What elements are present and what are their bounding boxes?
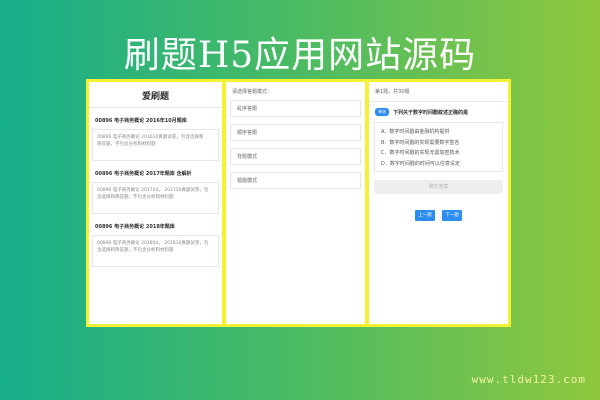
divider (89, 107, 222, 108)
mode-memorize-button[interactable]: 背题模式 (230, 148, 361, 165)
exam-card[interactable]: 00896 电子商务概论 2016年10月题库 00896 电子商务概论 201… (92, 114, 219, 161)
question-text: 下列关于数字时间戳叙述正确的是 (393, 109, 469, 116)
question-type-badge: 单选 (375, 108, 389, 116)
exam-description-line: 含选择和简答题，不包含分析和材料题 (97, 248, 174, 253)
question-row: 单选 下列关于数字时间戳叙述正确的是 (375, 108, 508, 116)
mode-sequential-button[interactable]: 顺序答题 (230, 124, 361, 141)
exam-description: 00896 电子商务概论 201610真题试卷，包含选择和 简答题，不包含分析和… (92, 129, 219, 161)
exam-description: 00896 电子商务概论 201704， 201710真题试卷，包 含选择和简答… (92, 182, 219, 214)
exam-title: 00896 电子商务概论 2016年10月题库 (95, 118, 187, 124)
exam-title: 00896 电子商务概论 2018年题库 (95, 224, 175, 230)
question-progress: 第1题，共30题 (375, 89, 410, 95)
exam-description-line: 简答题，不包含分析和材料题 (97, 142, 156, 147)
banner-title: 刷题H5应用网站源码 (123, 35, 477, 76)
exam-title: 00896 电子商务概论 2017年题库 含解析 (95, 171, 192, 177)
option-a[interactable]: A．数字时间戳由金融机构提供 (381, 127, 496, 138)
exam-description: 00896 电子商务概论 201804， 201810真题试卷，包 含选择和简答… (92, 235, 219, 267)
app-title: 爱刷题 (141, 92, 169, 102)
prev-question-button[interactable]: 上一题 (414, 210, 435, 221)
exam-description-line: 00896 电子商务概论 201804， 201810真题试卷，包 (97, 241, 209, 246)
exam-list-panel: 爱刷题 00896 电子商务概论 2016年10月题库 00896 电子商务概论… (89, 82, 222, 324)
confirm-answer-button[interactable]: 确定答案 (374, 180, 503, 194)
mode-random-button[interactable]: 乱序答题 (230, 100, 361, 117)
question-nav: 上一题 下一题 (369, 201, 508, 221)
question-panel: 第1题，共30题 单选 下列关于数字时间戳叙述正确的是 A．数字时间戳由金融机构… (369, 82, 508, 324)
divider (369, 101, 508, 102)
exam-card[interactable]: 00896 电子商务概论 2017年题库 含解析 00896 电子商务概论 20… (92, 167, 219, 214)
mode-select-panel: 请选择答题模式： 乱序答题 顺序答题 背题模式 错题模式 (226, 82, 365, 324)
exam-description-line: 00896 电子商务概论 201704， 201710真题试卷，包 (97, 188, 209, 193)
options-list: A．数字时间戳由金融机构提供 B．数字时间戳的实现需要数字签名 C．数字时间戳的… (374, 122, 503, 172)
option-b[interactable]: B．数字时间戳的实现需要数字签名 (381, 138, 496, 149)
option-d[interactable]: D．数字时间戳的时间可以任意设定 (381, 159, 496, 170)
mode-hint: 请选择答题模式： (232, 89, 273, 95)
next-question-button[interactable]: 下一题 (442, 210, 463, 221)
exam-description-line: 含选择和简答题，不包含分析和材料题 (97, 195, 174, 200)
exam-card[interactable]: 00896 电子商务概论 2018年题库 00896 电子商务概论 201804… (92, 220, 219, 267)
exam-description-line: 00896 电子商务概论 201610真题试卷，包含选择和 (97, 135, 204, 140)
option-c[interactable]: C．数字时间戳的实现无需加密技术 (381, 148, 496, 159)
mode-mistakes-button[interactable]: 错题模式 (230, 172, 361, 189)
preview-frame: 爱刷题 00896 电子商务概论 2016年10月题库 00896 电子商务概论… (86, 79, 511, 327)
site-watermark: www.tldw123.com (471, 373, 586, 386)
